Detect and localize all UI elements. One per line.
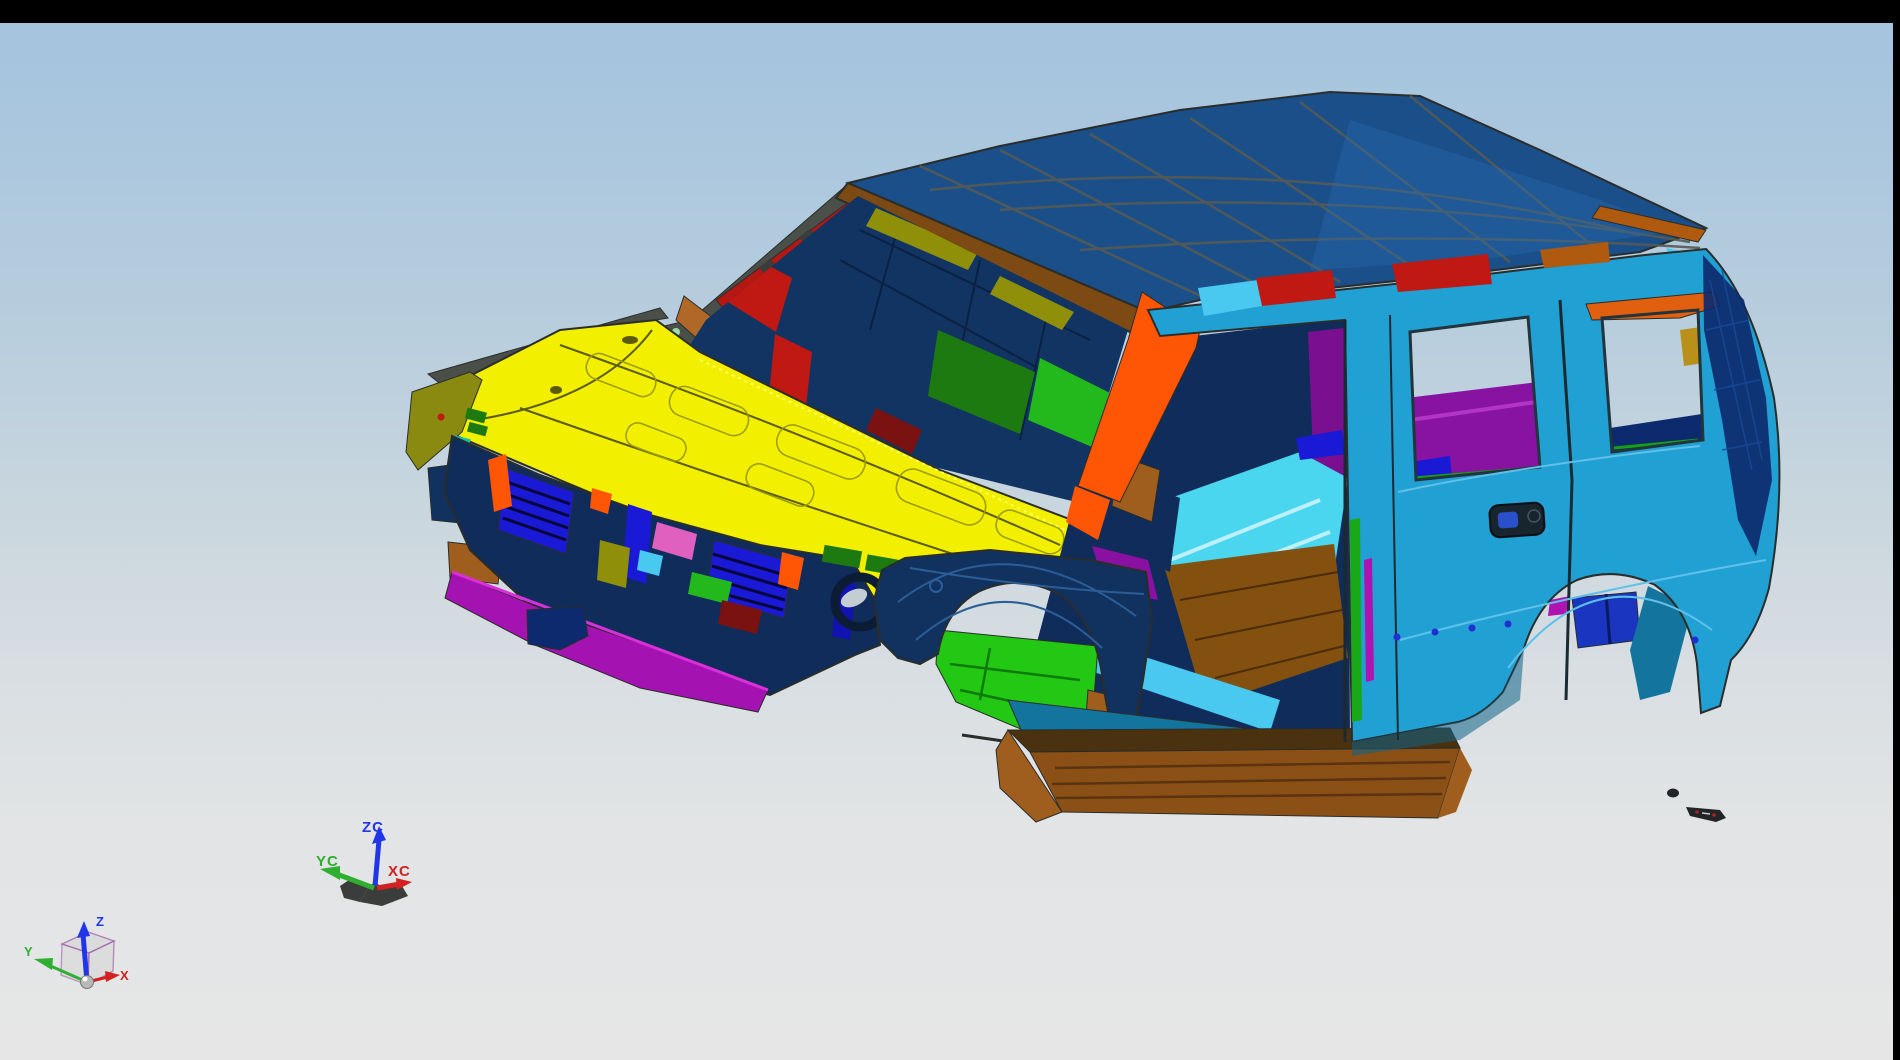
debris-dot[interactable] [1667, 789, 1679, 798]
blade-dot [438, 414, 445, 421]
datum-csys[interactable]: Z Y X [24, 914, 129, 989]
b-pillar-seal-green [1350, 518, 1362, 722]
wcs-triad[interactable]: ZC YC XC [316, 819, 412, 906]
debris-glint [1702, 813, 1710, 814]
wcs-y-label: YC [316, 853, 339, 870]
datum-origin-ball[interactable] [81, 976, 94, 989]
debris-part[interactable] [1686, 807, 1726, 822]
viewport-3d[interactable]: ZC YC XC Z [0, 0, 1900, 1060]
wcs-x-axis[interactable]: XC [377, 863, 412, 890]
debris-red-dot [1712, 813, 1716, 817]
loose-parts[interactable] [1667, 789, 1726, 823]
ball-highlight [83, 977, 88, 982]
top-black-bar [0, 0, 1900, 23]
wcs-z-axis[interactable]: ZC [362, 819, 386, 886]
hood-hole [622, 336, 638, 344]
datum-x-label: X [120, 968, 129, 983]
hood-hole [550, 386, 562, 394]
engine-olive-part [597, 540, 630, 588]
wcs-x-label: XC [388, 863, 411, 880]
wcs-z-label: ZC [362, 819, 384, 836]
cad-application-window: ZC YC XC Z [0, 0, 1900, 1060]
datum-y-label: Y [24, 944, 33, 959]
right-black-bar [1893, 0, 1900, 1060]
debris-red-dot [1695, 810, 1699, 814]
datum-z-label: Z [96, 914, 104, 929]
door-handle[interactable] [1489, 502, 1545, 538]
